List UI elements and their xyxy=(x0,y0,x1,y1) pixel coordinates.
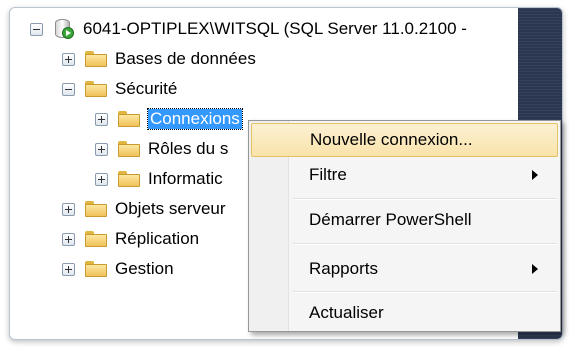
menu-item-label: Filtre xyxy=(309,165,347,184)
folder-icon xyxy=(85,231,107,247)
expand-icon[interactable] xyxy=(62,202,75,216)
tree-node-security[interactable]: Sécurité xyxy=(62,78,177,100)
server-icon xyxy=(53,18,75,40)
submenu-arrow-icon xyxy=(532,170,538,180)
tree-node-label: Informatic xyxy=(148,169,223,188)
tree-node-label: Rôles du s xyxy=(148,139,229,158)
menu-item-label: Rapports xyxy=(309,259,378,278)
submenu-arrow-icon xyxy=(532,264,538,274)
tree-node-label: Connexions xyxy=(147,108,243,130)
menu-item-label: Démarrer PowerShell xyxy=(309,210,472,229)
menu-item-reports[interactable]: Rapports xyxy=(251,252,558,286)
menu-separator xyxy=(293,291,556,293)
tree-node-label: Bases de données xyxy=(115,49,256,68)
menu-item-filter[interactable]: Filtre xyxy=(251,158,558,192)
tree-node-replication[interactable]: Réplication xyxy=(62,228,199,250)
tree-node-label: Réplication xyxy=(115,229,200,248)
menu-item-label: Nouvelle connexion... xyxy=(310,130,473,149)
tree-node-management[interactable]: Gestion xyxy=(62,258,174,280)
tree-node-server-objects[interactable]: Objets serveur xyxy=(62,198,226,220)
menu-separator xyxy=(293,243,556,245)
folder-icon xyxy=(118,141,140,157)
tree-node-label: Objets serveur xyxy=(115,199,226,218)
server-label: 6041-OPTIPLEX\WITSQL (SQL Server 11.0.21… xyxy=(83,19,467,38)
tree-node-server[interactable]: 6041-OPTIPLEX\WITSQL (SQL Server 11.0.21… xyxy=(30,18,467,40)
menu-item-new-login[interactable]: Nouvelle connexion... xyxy=(251,123,558,157)
expand-icon[interactable] xyxy=(95,172,108,186)
tree-node-logins[interactable]: Connexions xyxy=(95,108,243,130)
folder-icon xyxy=(118,171,140,187)
expand-icon[interactable] xyxy=(62,52,75,66)
menu-item-start-powershell[interactable]: Démarrer PowerShell xyxy=(251,203,558,237)
folder-icon xyxy=(118,111,140,127)
tree-node-databases[interactable]: Bases de données xyxy=(62,48,256,70)
context-menu: Nouvelle connexion... Filtre Démarrer Po… xyxy=(248,120,561,332)
collapse-icon[interactable] xyxy=(62,82,75,96)
tree-node-label: Sécurité xyxy=(115,79,178,98)
expand-icon[interactable] xyxy=(62,232,75,246)
tree-node-credentials[interactable]: Informatic xyxy=(95,168,223,190)
collapse-icon[interactable] xyxy=(30,22,43,36)
expand-icon[interactable] xyxy=(95,112,108,126)
tree-node-server-roles[interactable]: Rôles du s xyxy=(95,138,228,160)
tree-node-label: Gestion xyxy=(115,259,174,278)
menu-separator xyxy=(293,198,556,200)
expand-icon[interactable] xyxy=(95,142,108,156)
folder-icon xyxy=(85,201,107,217)
folder-icon xyxy=(85,81,107,97)
expand-icon[interactable] xyxy=(62,262,75,276)
folder-icon xyxy=(85,51,107,67)
menu-item-label: Actualiser xyxy=(309,303,384,322)
menu-item-refresh[interactable]: Actualiser xyxy=(251,296,558,330)
folder-icon xyxy=(85,261,107,277)
